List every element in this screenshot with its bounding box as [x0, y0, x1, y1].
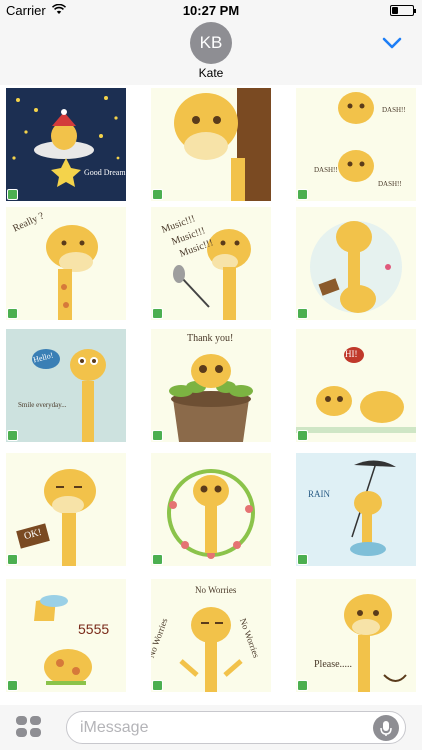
apps-icon[interactable] — [16, 716, 42, 738]
app-badge-icon — [297, 680, 308, 691]
sticker-caption: 5555 — [78, 621, 110, 637]
app-badge-icon — [297, 554, 308, 565]
sticker-caption: Thank you! — [187, 333, 234, 344]
app-badge-icon — [7, 430, 18, 441]
conversation-header: KB Kate — [0, 22, 422, 85]
microphone-icon[interactable] — [373, 715, 399, 741]
message-compose-bar — [0, 705, 422, 750]
chevron-down-icon[interactable] — [382, 36, 402, 50]
contact-name[interactable]: Kate — [0, 66, 422, 80]
clock: 10:27 PM — [182, 3, 240, 18]
sticker-dash[interactable]: DASH!! DASH!! DASH!! — [296, 88, 416, 201]
sticker-caption: HI! — [345, 349, 358, 359]
sticker-grid: Good Dream DASH!! DASH!! DASH!! Really ?… — [0, 85, 422, 705]
sticker-flower-wreath[interactable] — [151, 453, 271, 566]
app-badge-icon — [152, 430, 163, 441]
app-badge-icon — [152, 554, 163, 565]
sticker-thank-you[interactable]: Thank you! — [151, 329, 271, 442]
microphone-glyph-icon — [380, 721, 392, 736]
app-badge-icon — [297, 430, 308, 441]
sticker-caption: Smile everyday... — [18, 401, 67, 409]
sticker-caption: No Worries — [195, 585, 237, 595]
sticker-sign[interactable] — [296, 207, 416, 320]
sticker-caption: Good Dream — [84, 168, 126, 177]
app-badge-icon — [7, 680, 18, 691]
sticker-music[interactable]: Music!!! Music!!! Music!!! — [151, 207, 271, 320]
sticker-peek-tree[interactable] — [151, 88, 271, 201]
app-badge-icon — [297, 189, 308, 200]
sticker-ok[interactable]: OK! — [6, 453, 126, 566]
app-badge-icon — [152, 189, 163, 200]
battery-icon — [390, 5, 416, 16]
app-badge-icon — [152, 680, 163, 691]
status-bar: Carrier 10:27 PM — [0, 0, 422, 22]
sticker-5555[interactable]: 5555 — [6, 579, 126, 692]
avatar[interactable]: KB — [190, 22, 232, 64]
sticker-rain[interactable]: RAIN — [296, 453, 416, 566]
message-input[interactable] — [66, 711, 406, 744]
sticker-please[interactable]: Please..... — [296, 579, 416, 692]
sticker-caption: DASH!! — [314, 166, 338, 174]
app-badge-icon — [7, 189, 18, 200]
sticker-caption: DASH!! — [382, 106, 406, 114]
app-badge-icon — [297, 308, 308, 319]
sticker-caption: RAIN — [308, 489, 330, 499]
sticker-really[interactable]: Really ? — [6, 207, 126, 320]
sticker-no-worries[interactable]: No Worries No Worries No Worries — [151, 579, 271, 692]
sticker-caption: DASH!! — [378, 180, 402, 188]
app-badge-icon — [7, 308, 18, 319]
app-badge-icon — [152, 308, 163, 319]
sticker-caption: Please..... — [314, 659, 353, 670]
sticker-hello[interactable]: Hello! Smile everyday... — [6, 329, 126, 442]
sticker-hi[interactable]: HI! — [296, 329, 416, 442]
sticker-good-dream[interactable]: Good Dream — [6, 88, 126, 201]
app-badge-icon — [7, 554, 18, 565]
